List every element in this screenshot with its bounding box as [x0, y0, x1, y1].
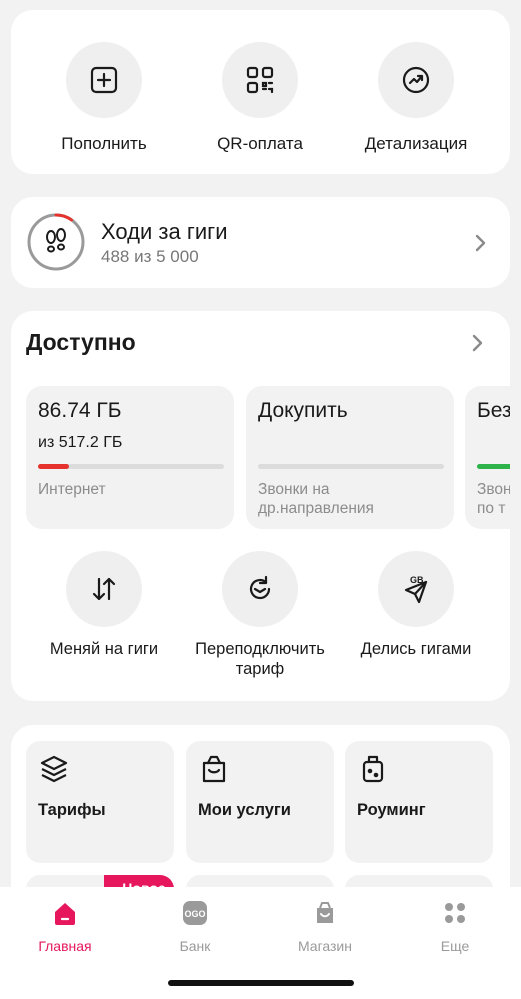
refresh-icon	[222, 551, 298, 627]
tab-home[interactable]: Главная	[10, 899, 120, 954]
tab-more[interactable]: Еще	[400, 899, 510, 954]
topup-button[interactable]: Пополнить	[29, 42, 179, 154]
tab-shop[interactable]: Магазин	[270, 899, 380, 954]
qr-payment-button[interactable]: QR-оплата	[185, 42, 335, 154]
steps-title: Ходи за гиги	[101, 219, 228, 244]
details-button[interactable]: Детализация	[341, 42, 491, 154]
available-card: Доступно 86.74 ГБ из 517.2 ГБ Интернет Д…	[11, 311, 510, 701]
calls-tile[interactable]: Докупить Звонки на др.направления	[246, 386, 454, 529]
calls-progress-bar	[258, 464, 444, 469]
internet-caption: Интернет	[38, 481, 106, 498]
tab-home-label: Главная	[38, 938, 92, 954]
trend-chart-icon	[378, 42, 454, 118]
tab-bank[interactable]: OGO Банк	[140, 899, 250, 954]
reconnect-tariff-label: Переподключить тариф	[195, 640, 325, 678]
calls-caption: Звонки на др.направления	[258, 481, 374, 517]
quick-actions-card: Пополнить QR-оплата Детализация	[11, 10, 510, 174]
internet-progress-bar	[38, 464, 224, 469]
home-icon	[55, 903, 75, 925]
calls-buy-label: Докупить	[258, 399, 348, 422]
plus-square-icon	[66, 42, 142, 118]
footsteps-icon	[26, 212, 86, 272]
internet-total: из 517.2 ГБ	[38, 434, 123, 451]
unlimited-progress-bar	[477, 464, 510, 469]
tariffs-label: Тарифы	[38, 801, 106, 819]
bank-icon: OGO	[183, 901, 207, 925]
swap-for-gigs-button[interactable]: Меняй на гиги	[19, 551, 189, 659]
reconnect-tariff-button[interactable]: Переподключить тариф	[175, 551, 345, 679]
svg-text:OGO: OGO	[184, 909, 205, 919]
unlimited-label: Без	[477, 399, 510, 422]
svg-text:GB: GB	[410, 575, 424, 585]
unlimited-caption: Звон по т	[477, 481, 510, 517]
available-title[interactable]: Доступно	[26, 329, 136, 356]
share-gigs-button[interactable]: GB Делись гигами	[331, 551, 501, 659]
steps-progress-text: 488 из 5 000	[101, 247, 199, 266]
my-services-label: Мои услуги	[198, 801, 291, 819]
tab-shop-label: Магазин	[297, 938, 352, 954]
shopping-bag-icon	[317, 902, 333, 923]
chevron-right-icon	[475, 234, 486, 252]
tab-bank-label: Банк	[179, 938, 211, 954]
steps-progress-ring	[26, 212, 86, 272]
internet-remaining: 86.74 ГБ	[38, 399, 122, 422]
grid-dots-icon	[445, 903, 465, 923]
qr-code-icon	[222, 42, 298, 118]
roaming-label: Роуминг	[357, 801, 426, 819]
tab-more-label: Еще	[440, 938, 470, 954]
internet-tile[interactable]: 86.74 ГБ из 517.2 ГБ Интернет	[26, 386, 234, 529]
share-gigs-label: Делись гигами	[360, 640, 472, 658]
details-label: Детализация	[364, 134, 468, 153]
swap-for-gigs-label: Меняй на гиги	[49, 640, 159, 658]
suitcase-icon	[362, 755, 384, 783]
shopping-bag-icon	[202, 755, 226, 783]
tariffs-tile[interactable]: Тарифы	[26, 741, 174, 863]
topup-label: Пополнить	[61, 134, 147, 153]
home-indicator	[168, 980, 354, 986]
my-services-tile[interactable]: Мои услуги	[186, 741, 334, 863]
steps-card[interactable]: Ходи за гиги 488 из 5 000	[11, 197, 510, 288]
send-gb-icon: GB	[378, 551, 454, 627]
unlimited-tile[interactable]: Без Звон по т	[465, 386, 510, 529]
layers-icon	[40, 755, 68, 783]
chevron-right-icon[interactable]	[471, 333, 485, 353]
swap-arrows-icon	[66, 551, 142, 627]
roaming-tile[interactable]: Роуминг	[345, 741, 493, 863]
qr-payment-label: QR-оплата	[217, 134, 303, 153]
